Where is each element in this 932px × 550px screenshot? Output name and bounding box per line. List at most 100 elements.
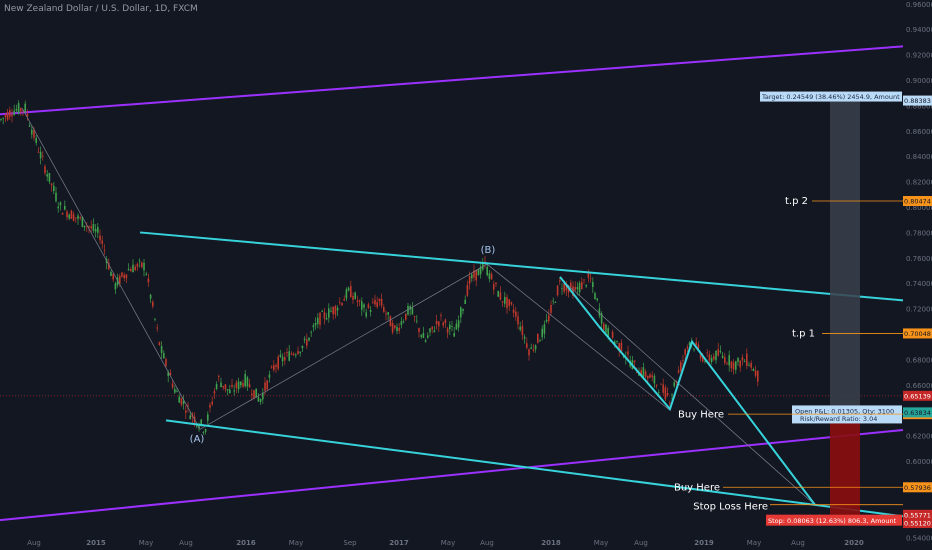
candle-body bbox=[372, 302, 374, 304]
y-tick-label: 0.92000 bbox=[906, 52, 932, 60]
candle-body bbox=[398, 327, 400, 331]
annotation-label: Buy Here bbox=[678, 410, 724, 421]
candle-body bbox=[141, 262, 143, 268]
candle-body bbox=[750, 363, 752, 368]
candle-body bbox=[92, 224, 95, 231]
candle-body bbox=[0, 119, 2, 120]
candle-body bbox=[433, 330, 436, 332]
candle-body bbox=[460, 307, 462, 318]
candle-body bbox=[466, 285, 469, 296]
candle-body bbox=[171, 383, 174, 388]
candle-body bbox=[383, 307, 385, 312]
candle-body bbox=[358, 300, 361, 302]
candle-body bbox=[664, 387, 667, 400]
candle-body bbox=[17, 103, 20, 114]
candle-body bbox=[112, 273, 114, 280]
candle-body bbox=[253, 390, 255, 399]
candle-body bbox=[314, 323, 317, 326]
candle-body bbox=[677, 370, 680, 373]
candle-body bbox=[37, 151, 40, 153]
risk-reward-text: Risk/Reward Ratio: 3.04 bbox=[800, 415, 877, 423]
y-tick-label: 0.96000 bbox=[906, 1, 932, 9]
candle-body bbox=[552, 300, 554, 302]
candle-body bbox=[506, 297, 508, 309]
candle-body bbox=[94, 229, 97, 232]
candle-body bbox=[132, 264, 134, 273]
candle-body bbox=[64, 205, 66, 210]
candle-body bbox=[99, 235, 101, 241]
candle-body bbox=[226, 389, 229, 391]
candle-body bbox=[66, 211, 68, 218]
candle-body bbox=[59, 202, 62, 206]
candle-body bbox=[303, 338, 306, 341]
candle-body bbox=[416, 320, 418, 322]
candle-body bbox=[471, 274, 473, 279]
candle-body bbox=[152, 301, 154, 307]
candle-body bbox=[270, 366, 273, 368]
candle-body bbox=[244, 373, 246, 387]
candle-body bbox=[493, 284, 495, 290]
candle-body bbox=[308, 337, 310, 341]
candle-body bbox=[215, 384, 218, 389]
candle-body bbox=[347, 287, 350, 291]
price-chart[interactable]: 0.960000.940000.920000.900000.880000.860… bbox=[0, 0, 932, 550]
candle-body bbox=[24, 103, 26, 112]
candle-body bbox=[75, 217, 77, 219]
y-tick-label: 0.78000 bbox=[906, 229, 932, 237]
candle-body bbox=[220, 382, 222, 388]
candle-body bbox=[655, 384, 658, 386]
x-tick-label: 2017 bbox=[389, 539, 409, 547]
candle-body bbox=[719, 351, 722, 353]
candle-body bbox=[402, 321, 405, 323]
x-tick-label: Aug bbox=[791, 539, 805, 547]
candle-body bbox=[578, 283, 581, 293]
candle-body bbox=[323, 312, 326, 319]
candle-body bbox=[512, 309, 515, 313]
candle-body bbox=[231, 384, 233, 387]
candle-body bbox=[213, 391, 216, 394]
candle-body bbox=[77, 215, 79, 220]
candle-body bbox=[444, 319, 447, 323]
candle-body bbox=[405, 313, 407, 320]
candle-body bbox=[61, 212, 64, 215]
candle-body bbox=[517, 316, 519, 325]
candle-body bbox=[290, 353, 293, 355]
candle-body bbox=[669, 402, 671, 404]
candle-body bbox=[68, 214, 70, 219]
stop-label-text: Stop: 0.08063 (12.63%) 806.3, Amount bbox=[768, 517, 897, 525]
candle-body bbox=[715, 350, 717, 361]
candle-body bbox=[477, 268, 480, 276]
candle-body bbox=[264, 382, 266, 391]
candle-body bbox=[455, 323, 458, 330]
candle-body bbox=[275, 365, 277, 368]
candle-body bbox=[741, 357, 744, 361]
candle-body bbox=[279, 354, 282, 357]
candle-body bbox=[138, 260, 141, 262]
candle-body bbox=[666, 393, 669, 396]
candle-body bbox=[319, 312, 321, 326]
candle-body bbox=[330, 310, 332, 312]
candle-body bbox=[532, 349, 535, 351]
candle-body bbox=[341, 302, 343, 306]
candle-body bbox=[490, 273, 493, 280]
candle-body bbox=[603, 323, 605, 330]
candle-body bbox=[288, 351, 290, 361]
candle-body bbox=[530, 347, 532, 349]
candle-body bbox=[739, 360, 741, 368]
candle-body bbox=[367, 304, 370, 308]
candle-body bbox=[306, 339, 308, 346]
candle-body bbox=[123, 275, 125, 279]
candle-body bbox=[134, 266, 136, 270]
candle-body bbox=[570, 282, 572, 288]
candle-body bbox=[268, 374, 271, 378]
candle-body bbox=[728, 355, 730, 366]
candle-body bbox=[145, 273, 147, 275]
candle-body bbox=[528, 349, 530, 356]
candle-body bbox=[757, 370, 759, 382]
candle-body bbox=[46, 174, 48, 177]
candle-body bbox=[332, 306, 334, 315]
candle-body bbox=[748, 364, 750, 366]
candle-body bbox=[519, 326, 521, 330]
candle-body bbox=[488, 273, 491, 279]
candle-body bbox=[310, 331, 312, 333]
